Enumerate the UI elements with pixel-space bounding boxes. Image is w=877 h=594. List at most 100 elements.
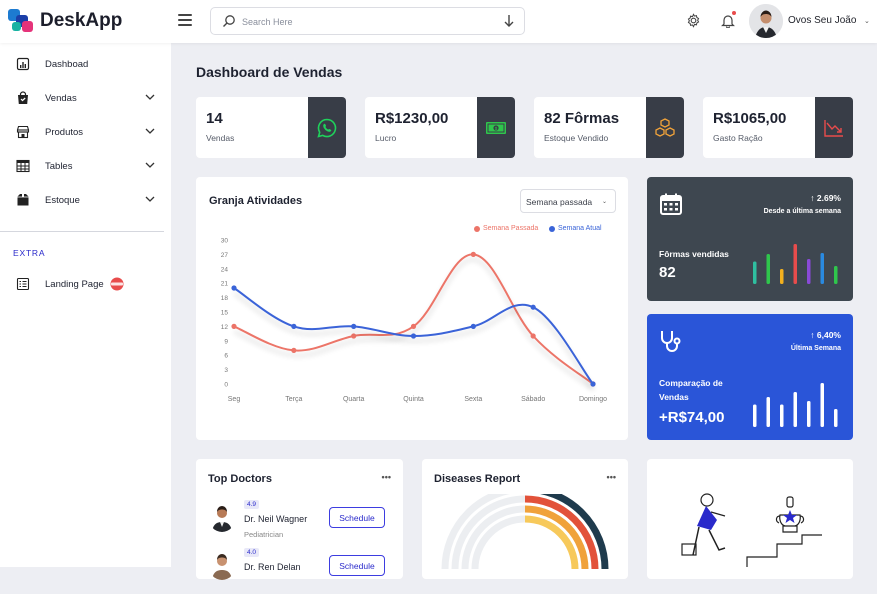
sidebar-item-label: Tables — [45, 161, 73, 172]
chevron-down-icon — [145, 196, 155, 202]
y-tick-label: 18 — [221, 295, 229, 302]
sidebar-item-landing-page[interactable]: Landing Page — [0, 270, 171, 298]
sidebar-item-label: Dashboad — [45, 59, 89, 70]
diseases-radial-chart — [441, 494, 609, 569]
data-point[interactable] — [530, 333, 536, 339]
mini-bar-chart — [753, 244, 838, 284]
schedule-button[interactable]: Schedule — [329, 555, 385, 576]
doctor-item: 4.0 Dr. Ren Delan Schedule — [208, 548, 388, 594]
chevron-down-icon[interactable]: ⌄ — [864, 17, 870, 25]
sales-comparison-card: ↑ 6,40% Última Semana Comparação de Vend… — [647, 314, 853, 440]
whatsapp-icon — [317, 118, 337, 138]
more-options-icon[interactable]: ••• — [607, 472, 616, 482]
document-icon — [16, 277, 30, 291]
y-tick-label: 12 — [221, 324, 229, 331]
data-point[interactable] — [470, 251, 476, 257]
search-input[interactable] — [242, 12, 492, 31]
stat-card-estoque: 82 Fôrmas Estoque Vendido — [534, 97, 684, 158]
app-logo[interactable]: DeskApp — [8, 9, 122, 33]
sidebar-item-tables[interactable]: Tables — [0, 152, 171, 180]
metric-value: 82 — [659, 264, 676, 281]
stat-value: 82 Fôrmas — [544, 110, 620, 127]
data-point[interactable] — [530, 304, 536, 310]
trend-down-icon — [824, 119, 843, 137]
data-point[interactable] — [590, 381, 596, 387]
sidebar-item-dashboard[interactable]: Dashboad — [0, 50, 171, 78]
menu-toggle-icon[interactable] — [178, 14, 192, 26]
metric-label: Fôrmas vendidas — [659, 249, 729, 259]
metric-label: Comparação de Vendas — [659, 378, 723, 402]
stat-label: Estoque Vendido — [544, 133, 609, 143]
shopping-bag-icon — [18, 91, 28, 104]
doctor-specialty: Pediatrician — [244, 530, 284, 539]
mini-bar-chart — [753, 383, 838, 427]
search-icon — [223, 15, 235, 27]
card-title: Diseases Report — [434, 473, 521, 485]
stat-card-gasto: R$1065,00 Gasto Ração — [703, 97, 853, 158]
y-tick-label: 9 — [224, 338, 228, 345]
line-chart: 0 3 6 9 12 15 18 21 24 27 30 Seg Terça Quarta Quinta Se… — [221, 238, 607, 404]
y-tick-label: 15 — [221, 310, 229, 317]
top-doctors-card: Top Doctors ••• 4.9 Dr. Neil Wagner Pedi… — [196, 459, 403, 580]
x-tick-label: Quinta — [403, 396, 424, 403]
stethoscope-icon — [661, 331, 681, 352]
data-point[interactable] — [410, 323, 417, 329]
user-name[interactable]: Ovos Seu João — [788, 15, 856, 26]
logo-icon — [8, 9, 34, 33]
arrow-down-icon[interactable] — [503, 14, 515, 28]
mini-bar — [834, 409, 838, 427]
activity-chart-card: Granja Atividades Semana passada ⌄ Seman… — [196, 177, 628, 440]
sidebar-item-estoque[interactable]: Estoque — [0, 186, 171, 214]
metric-value: +R$74,00 — [659, 409, 725, 426]
mini-bar — [807, 259, 811, 284]
card-title: Top Doctors — [208, 473, 272, 485]
y-tick-label: 6 — [224, 353, 228, 360]
sidebar-item-label: Landing Page — [45, 279, 104, 290]
data-point[interactable] — [470, 323, 476, 329]
data-point[interactable] — [231, 323, 237, 329]
sidebar-section-heading: EXTRA — [13, 248, 46, 258]
mini-bar — [766, 254, 770, 284]
sidebar-item-label: Estoque — [45, 195, 80, 206]
x-tick-label: Seg — [228, 396, 241, 403]
stat-label: Vendas — [206, 133, 235, 143]
avatar[interactable] — [749, 4, 783, 38]
sidebar-item-vendas[interactable]: Vendas — [0, 84, 171, 112]
series-line-0 — [233, 253, 594, 385]
chevron-down-icon — [145, 162, 155, 168]
mini-bar — [807, 401, 811, 427]
search-bar — [210, 7, 525, 35]
change-percent: ↑ 2.69% — [810, 193, 841, 203]
store-icon — [16, 125, 30, 139]
data-point[interactable] — [231, 285, 237, 291]
sidebar: Dashboad Vendas Produtos Tables Estoque … — [0, 43, 171, 567]
doctor-name: Dr. Neil Wagner — [244, 514, 308, 524]
stat-icon-panel — [815, 97, 853, 158]
data-point[interactable] — [351, 323, 357, 329]
change-subtitle: Desde a última semana — [763, 208, 841, 215]
stat-value: R$1065,00 — [713, 110, 787, 127]
y-tick-label: 27 — [221, 252, 229, 259]
gear-icon[interactable] — [686, 13, 701, 28]
bell-icon[interactable] — [721, 13, 735, 28]
page-title: Dashboard de Vendas — [196, 64, 343, 80]
sidebar-item-produtos[interactable]: Produtos — [0, 118, 171, 146]
data-point[interactable] — [410, 333, 417, 339]
data-point[interactable] — [351, 333, 357, 339]
new-badge-icon — [110, 277, 124, 291]
sidebar-item-label: Vendas — [45, 93, 77, 104]
illustration-card — [647, 459, 853, 579]
x-tick-label: Domingo — [579, 396, 607, 403]
more-options-icon[interactable]: ••• — [382, 472, 391, 482]
schedule-button[interactable]: Schedule — [329, 507, 385, 528]
data-point[interactable] — [291, 347, 297, 353]
y-tick-label: 0 — [224, 382, 228, 389]
doctor-name: Dr. Ren Delan — [244, 562, 301, 572]
data-point[interactable] — [291, 323, 297, 329]
change-subtitle: Última Semana — [790, 345, 841, 352]
change-percent: ↑ 6,40% — [810, 330, 841, 340]
doctor-rating: 4.9 — [244, 500, 260, 509]
notification-badge — [732, 11, 736, 15]
x-tick-label: Sábado — [521, 396, 545, 403]
calendar-icon — [660, 193, 682, 215]
